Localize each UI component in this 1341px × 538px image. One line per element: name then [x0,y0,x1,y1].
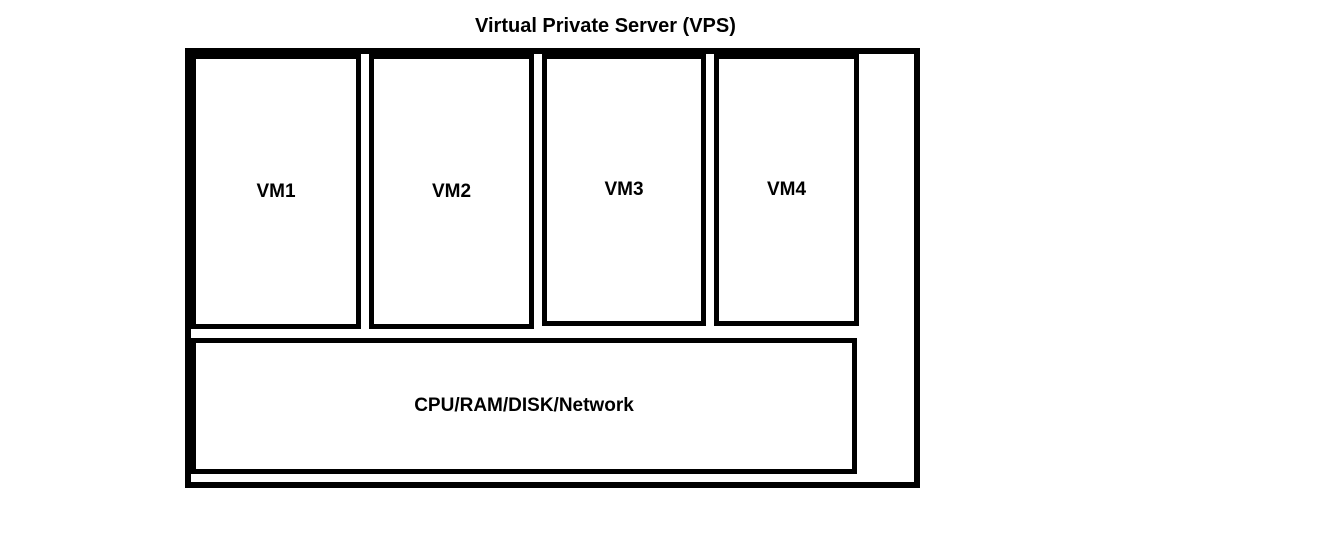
vm-box-1: VM1 [191,54,361,329]
vm-label: VM4 [767,179,806,201]
vm-row: VM1 VM2 VM3 VM4 [191,54,914,329]
vm-box-3: VM3 [542,54,706,326]
vm-box-2: VM2 [369,54,534,329]
vm-box-4: VM4 [714,54,859,326]
vm-label: VM2 [432,181,471,203]
server-container: VM1 VM2 VM3 VM4 CPU/RAM/DISK/Network [185,48,920,488]
vm-label: VM3 [604,179,643,201]
resources-box: CPU/RAM/DISK/Network [191,338,857,474]
vm-label: VM1 [256,181,295,203]
diagram-title: Virtual Private Server (VPS) [475,15,736,38]
resources-label: CPU/RAM/DISK/Network [414,395,634,417]
